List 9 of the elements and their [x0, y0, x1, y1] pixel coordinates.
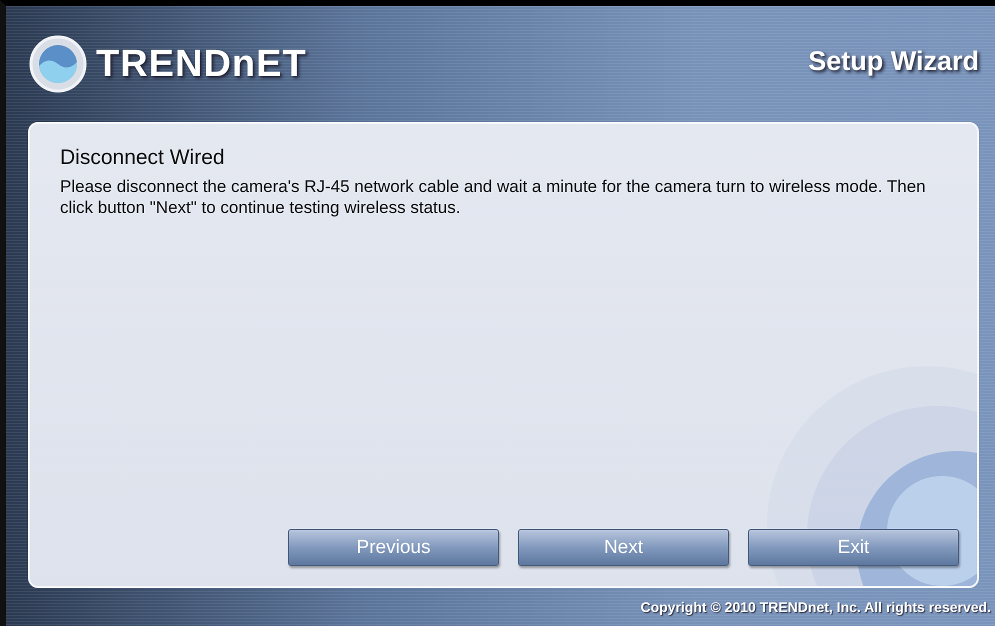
wizard-button[interactable]: Exit: [748, 529, 959, 566]
logo-text: TRENDnET: [96, 42, 307, 86]
instruction-text: Please disconnect the camera's RJ-45 network cable and wait a minute for the camera turn to wireless mode. Then click button "Next" to continue testing wireless status.: [60, 176, 927, 218]
wizard-button[interactable]: Previous: [288, 529, 499, 566]
copyright-text: Copyright © 2010 TRENDnet, Inc. All rights reserved.: [640, 599, 991, 615]
wizard-title: Setup Wizard: [808, 46, 979, 76]
logo-icon: [28, 34, 88, 94]
wizard-button[interactable]: Next: [518, 529, 729, 566]
step-heading: Disconnect Wired: [60, 146, 226, 170]
